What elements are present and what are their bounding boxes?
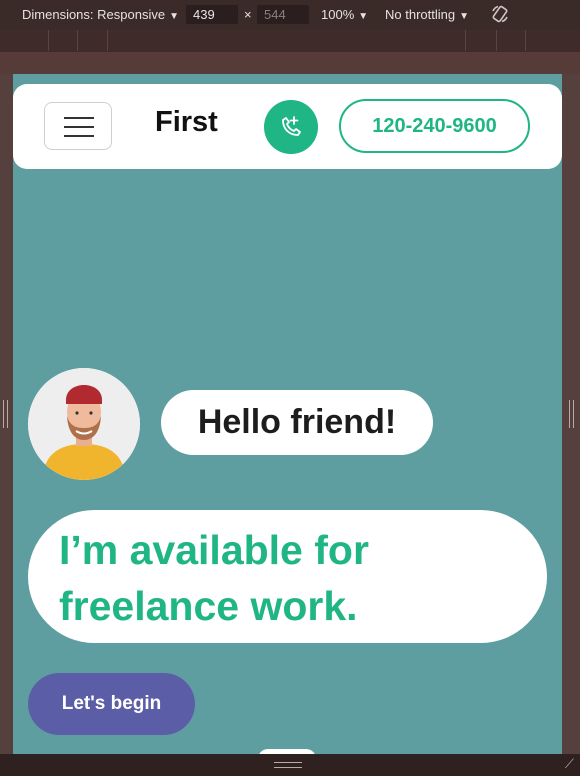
hamburger-icon: [64, 117, 94, 119]
throttling-label: No throttling: [385, 7, 456, 22]
throttling-dropdown[interactable]: No throttling ▼: [385, 7, 469, 22]
rotate-icon[interactable]: [490, 4, 510, 27]
devtools-toolbar: Dimensions: Responsive ▼ 439 × 544 100% ▼ …: [0, 0, 580, 31]
left-resize-handle[interactable]: [3, 400, 8, 428]
right-gutter: [562, 74, 580, 754]
dimensions-label: Dimensions: Responsive: [22, 7, 166, 22]
left-gutter: [0, 74, 13, 754]
lets-begin-button[interactable]: Let's begin: [28, 673, 195, 735]
right-resize-handle[interactable]: [569, 400, 574, 428]
width-input[interactable]: 439: [186, 5, 238, 24]
headline-line-2: freelance work.: [59, 583, 358, 629]
avatar: [28, 368, 140, 480]
height-input[interactable]: 544: [257, 5, 309, 24]
hamburger-menu-button[interactable]: [44, 102, 112, 150]
chevron-down-icon: ▼: [169, 11, 179, 22]
times-symbol: ×: [244, 7, 252, 22]
next-section-peek: [258, 749, 316, 754]
call-button[interactable]: [264, 100, 318, 154]
hamburger-icon-bar: [64, 126, 94, 128]
media-query-ruler: [0, 30, 580, 53]
phone-add-icon: [282, 116, 301, 136]
greeting-bubble: Hello friend!: [161, 390, 433, 455]
ruler-strip: [0, 52, 580, 74]
headline-bubble: I’m available for freelance work.: [28, 510, 547, 643]
bottom-resize-handle[interactable]: [274, 762, 302, 768]
corner-resize-icon[interactable]: ⟋: [565, 757, 574, 772]
zoom-dropdown[interactable]: 100% ▼: [321, 7, 368, 22]
bottom-resize-bar: ⟋: [0, 754, 580, 776]
hamburger-icon-bar: [64, 135, 94, 137]
chevron-down-icon: ▼: [358, 11, 369, 22]
navbar: First 120-240-9600: [13, 84, 562, 169]
brand-logo[interactable]: First: [155, 106, 218, 139]
page-viewport: First 120-240-9600 Hello friend! I’m ava…: [13, 74, 562, 754]
phone-number-button[interactable]: 120-240-9600: [339, 99, 530, 153]
chevron-down-icon: ▼: [459, 11, 469, 22]
headline-line-1: I’m available for: [59, 527, 369, 573]
dimensions-dropdown[interactable]: Dimensions: Responsive ▼: [22, 7, 179, 22]
zoom-label: 100%: [321, 7, 355, 22]
